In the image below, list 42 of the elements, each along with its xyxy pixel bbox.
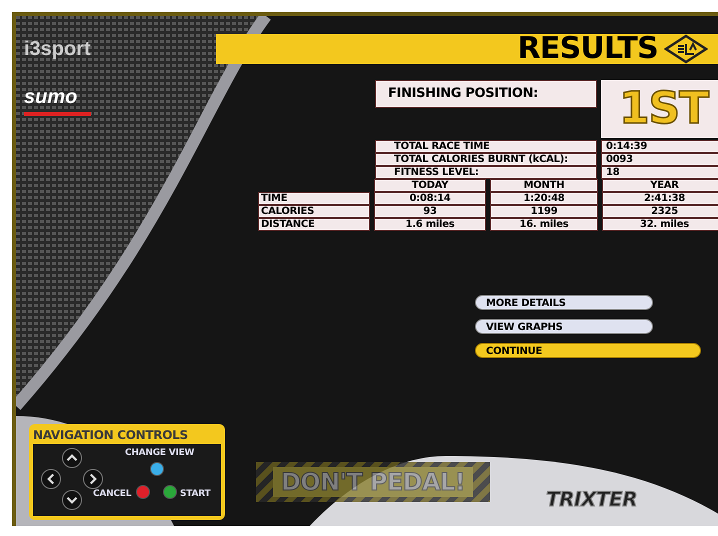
table-cell: 2325 xyxy=(602,205,718,218)
table-cell: 16. miles xyxy=(490,218,598,231)
summary-value: 0:14:39 xyxy=(601,140,718,153)
summary-label: TOTAL RACE TIME xyxy=(375,140,597,153)
menu-button[interactable]: MORE DETAILS xyxy=(475,295,653,310)
table-cell: 1.6 miles xyxy=(374,218,486,231)
change-view-button-icon[interactable] xyxy=(150,462,164,476)
row-label: CALORIES xyxy=(258,205,370,218)
arrow-key-icon[interactable] xyxy=(83,469,103,489)
row-label: DISTANCE xyxy=(258,218,370,231)
summary-label: FITNESS LEVEL: xyxy=(375,166,597,179)
table-cell: 0:08:14 xyxy=(374,192,486,205)
warning-text: DON'T PEDAL! xyxy=(272,467,473,497)
i3sport-logo: i3sport xyxy=(24,37,91,62)
table-cell: 1199 xyxy=(490,205,598,218)
menu-button[interactable]: VIEW GRAPHS xyxy=(475,319,653,334)
trixter-logo: TRIXTER xyxy=(546,486,638,513)
cancel-label: CANCEL xyxy=(93,488,132,501)
summary-label: TOTAL CALORIES BURNT (kCAL): xyxy=(375,153,597,166)
results-title: RESULTS xyxy=(517,34,658,64)
start-label: START xyxy=(180,488,210,501)
summary-value: 18 xyxy=(601,166,718,179)
column-header: TODAY xyxy=(374,179,486,192)
navigation-title: NAVIGATION CONTROLS xyxy=(33,428,189,442)
menu-button[interactable]: CONTINUE xyxy=(475,343,701,358)
start-button-icon[interactable] xyxy=(163,485,177,499)
table-cell: 2:41:38 xyxy=(602,192,718,205)
row-label: TIME xyxy=(258,192,370,205)
position-value: 1ST xyxy=(601,80,718,138)
arrow-key-icon[interactable] xyxy=(41,469,61,489)
sumo-logo: sumo xyxy=(24,82,91,116)
arrow-key-icon[interactable] xyxy=(62,490,82,510)
cancel-button-icon[interactable] xyxy=(136,485,150,499)
table-cell: 93 xyxy=(374,205,486,218)
table-cell: 1:20:48 xyxy=(490,192,598,205)
summary-value: 0093 xyxy=(601,153,718,166)
change-view-label: CHANGE VIEW xyxy=(125,447,194,460)
arrow-key-icon[interactable] xyxy=(62,448,82,468)
table-cell: 32. miles xyxy=(602,218,718,231)
finishing-position-label: FINISHING POSITION: xyxy=(375,80,597,108)
column-header: MONTH xyxy=(490,179,598,192)
column-header: YEAR xyxy=(602,179,718,192)
